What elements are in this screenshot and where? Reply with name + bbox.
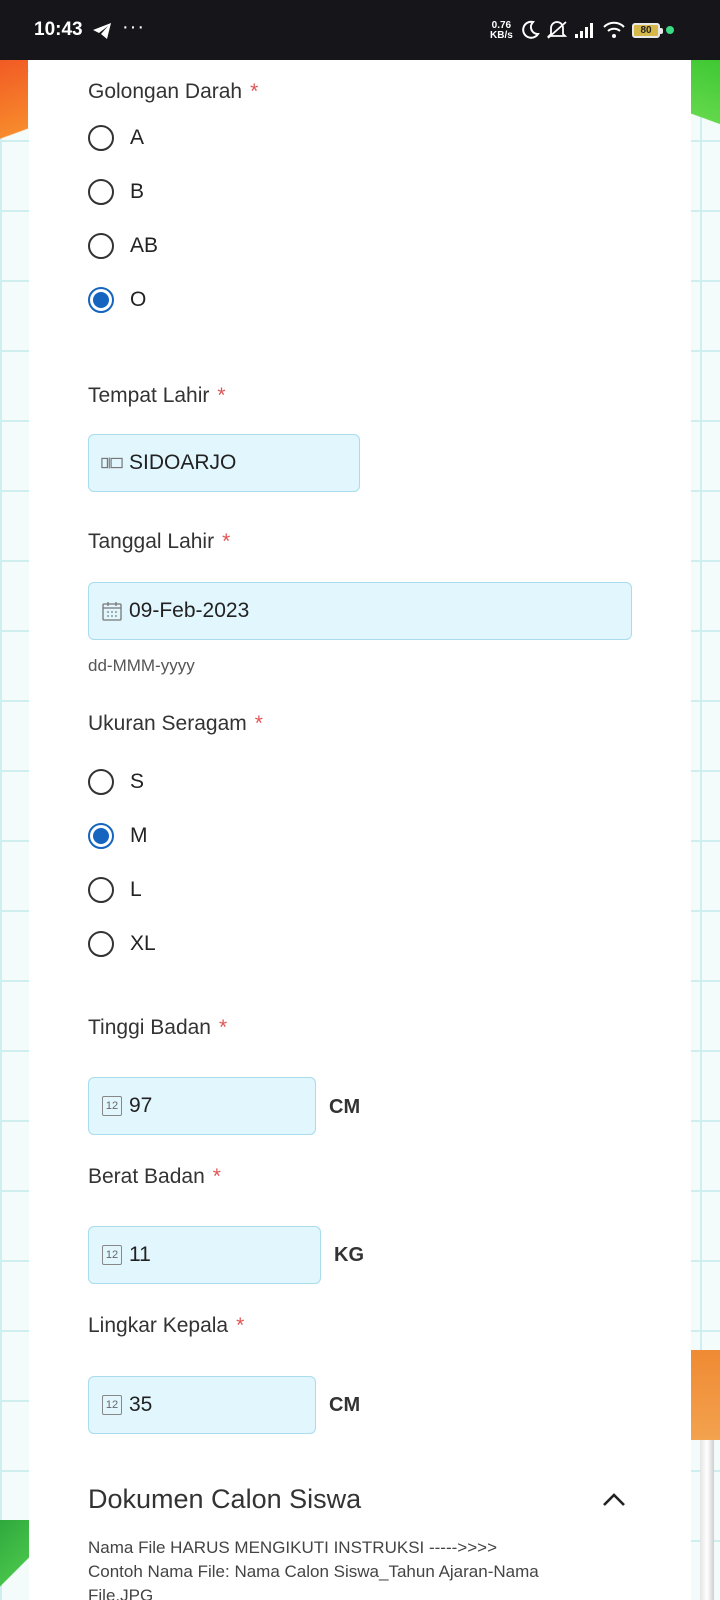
radio-dot	[93, 828, 109, 844]
battery-icon: 80	[632, 22, 663, 38]
status-icons: 80	[520, 18, 674, 42]
decor-ruler-right	[700, 1440, 714, 1600]
radio-button[interactable]	[88, 769, 114, 795]
network-speed: 0.76 KB/s	[490, 20, 513, 41]
mute-icon	[546, 21, 568, 39]
required-marker: *	[236, 1314, 245, 1337]
radio-seragam-m[interactable]: M	[88, 820, 148, 852]
required-marker: *	[212, 1165, 221, 1188]
radio-seragam-xl[interactable]: XL	[88, 928, 156, 960]
berat-badan-unit: KG	[334, 1244, 364, 1266]
required-marker: *	[250, 80, 259, 103]
required-marker: *	[254, 712, 263, 735]
tinggi-badan-input[interactable]: 12 97	[88, 1077, 316, 1135]
moon-icon	[522, 20, 540, 39]
number-icon: 12	[101, 1394, 123, 1416]
radio-button[interactable]	[88, 125, 114, 151]
lingkar-kepala-unit: CM	[329, 1394, 361, 1416]
date-format-hint: dd-MMM-yyyy	[88, 656, 195, 675]
signal-icon	[575, 23, 593, 38]
dokumen-note: Nama File HARUS MENGIKUTI INSTRUKSI ----…	[88, 1538, 539, 1600]
decor-pencil-right	[688, 1350, 720, 1440]
required-marker: *	[218, 1016, 228, 1039]
telegram-icon	[93, 23, 111, 39]
radio-button[interactable]	[88, 233, 114, 259]
calendar-icon	[101, 600, 123, 622]
form-card: Golongan Darah * A B AB O Tempat Lahir * S…	[29, 60, 691, 1600]
radio-button-checked[interactable]	[88, 823, 114, 849]
radio-golongan-o[interactable]: O	[88, 284, 146, 316]
radio-button[interactable]	[88, 931, 114, 957]
chevron-up-icon[interactable]	[601, 1488, 627, 1510]
tempat-lahir-label: Tempat Lahir *	[88, 384, 226, 407]
golongan-darah-label: Golongan Darah *	[88, 80, 259, 103]
required-marker: *	[217, 384, 226, 407]
radio-dot	[93, 292, 109, 308]
required-marker: *	[222, 530, 231, 553]
lingkar-kepala-input[interactable]: 12 35	[88, 1376, 316, 1434]
wifi-icon	[603, 21, 625, 38]
tanggal-lahir-label: Tanggal Lahir *	[88, 530, 231, 553]
tanggal-lahir-input[interactable]: 09-Feb-2023	[88, 582, 632, 640]
radio-button-checked[interactable]	[88, 287, 114, 313]
status-time: 10:43	[34, 19, 83, 40]
decor-pencil-top-left	[0, 60, 28, 180]
radio-seragam-s[interactable]: S	[88, 766, 144, 798]
radio-seragam-l[interactable]: L	[88, 874, 142, 906]
decor-pencil-bottom-left	[0, 1520, 30, 1600]
dokumen-section-title: Dokumen Calon Siswa	[88, 1484, 362, 1514]
privacy-indicator	[666, 26, 674, 34]
radio-golongan-ab[interactable]: AB	[88, 230, 158, 262]
tempat-lahir-input[interactable]: SIDOARJO	[88, 434, 360, 492]
text-field-icon	[101, 452, 123, 474]
tinggi-badan-label: Tinggi Badan *	[88, 1016, 228, 1039]
radio-golongan-a[interactable]: A	[88, 122, 144, 154]
lingkar-kepala-label: Lingkar Kepala *	[88, 1314, 245, 1337]
number-icon: 12	[101, 1095, 123, 1117]
status-bar: 10:43 ··· 0.76 KB/s 80	[0, 0, 720, 60]
ukuran-seragam-label: Ukuran Seragam *	[88, 712, 263, 735]
berat-badan-input[interactable]: 12 11	[88, 1226, 321, 1284]
radio-button[interactable]	[88, 179, 114, 205]
more-notifications-icon: ···	[122, 16, 145, 38]
berat-badan-label: Berat Badan *	[88, 1165, 221, 1188]
radio-button[interactable]	[88, 877, 114, 903]
number-icon: 12	[101, 1244, 123, 1266]
tinggi-badan-unit: CM	[329, 1096, 361, 1118]
radio-golongan-b[interactable]: B	[88, 176, 144, 208]
decor-pencil-top-right	[690, 60, 720, 140]
